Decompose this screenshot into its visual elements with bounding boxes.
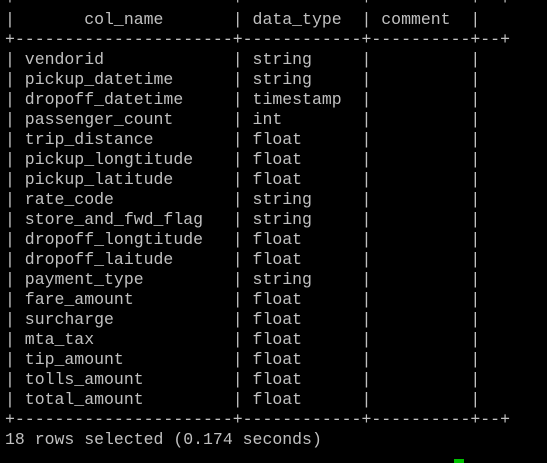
query-status-line: 18 rows selected (0.174 seconds) [5,430,322,449]
table-row: | passenger_count | int | | [5,110,481,129]
table-row: | payment_type | string | | [5,270,481,289]
table-header-row: | col_name | data_type | comment | [5,10,481,29]
table-row: | total_amount | float | | [5,390,481,409]
table-row: | dropoff_datetime | timestamp | | [5,90,481,109]
table-bottom-border: +----------------------+------------+---… [5,410,510,429]
table-row: | tolls_amount | float | | [5,370,481,389]
table-header-separator: +----------------------+------------+---… [5,30,510,49]
table-row: | dropoff_laitude | float | | [5,250,481,269]
table-row: | vendorid | string | | [5,50,481,69]
table-row: | pickup_datetime | string | | [5,70,481,89]
table-top-border: +----------------------+------------+---… [5,0,510,10]
table-row: | fare_amount | float | | [5,290,481,309]
table-row: | trip_distance | float | | [5,130,481,149]
terminal-output: +----------------------+------------+---… [5,0,510,450]
table-row: | mta_tax | float | | [5,330,481,349]
table-row: | pickup_latitude | float | | [5,170,481,189]
table-row: | store_and_fwd_flag | string | | [5,210,481,229]
terminal-cursor [454,459,464,463]
terminal-window[interactable]: +----------------------+------------+---… [0,0,547,463]
table-row: | pickup_longtitude | float | | [5,150,481,169]
table-row: | surcharge | float | | [5,310,481,329]
table-row: | dropoff_longtitude | float | | [5,230,481,249]
table-row: | tip_amount | float | | [5,350,481,369]
table-row: | rate_code | string | | [5,190,481,209]
